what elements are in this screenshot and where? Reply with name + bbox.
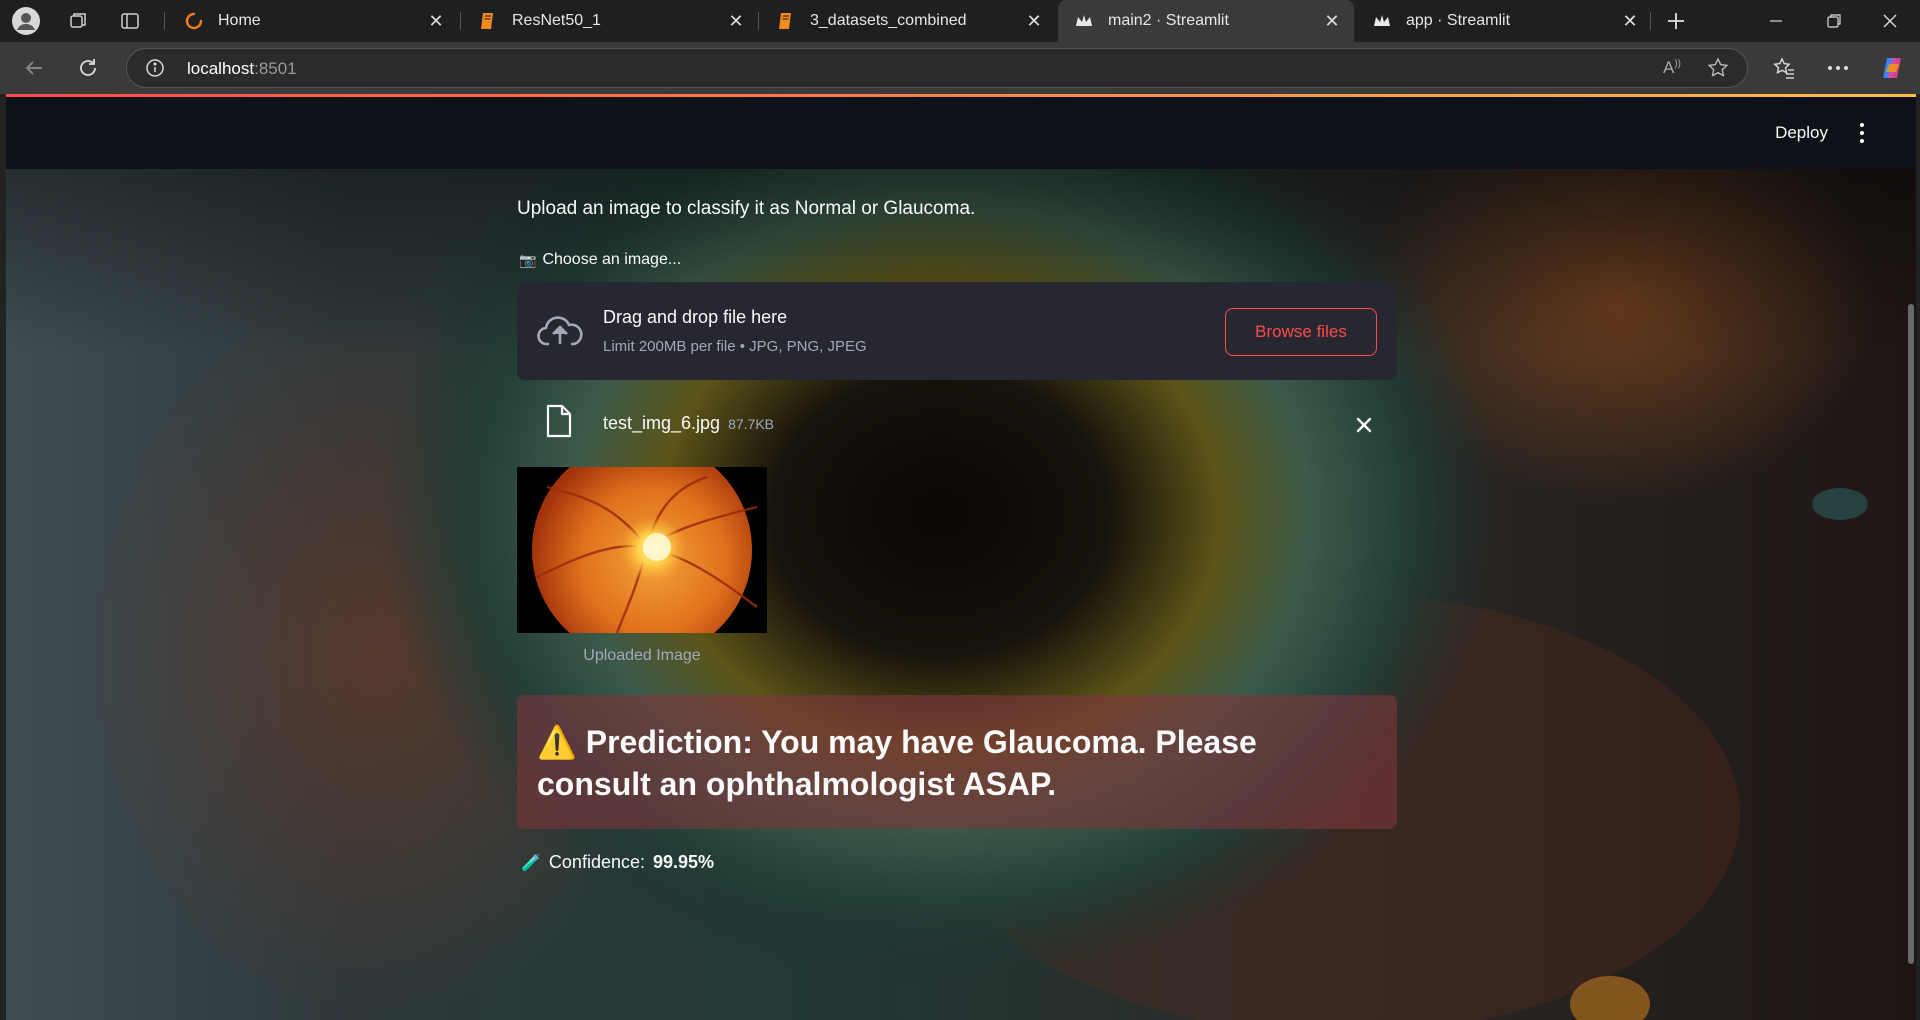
dropzone-limit: Limit 200MB per file • JPG, PNG, JPEG (603, 338, 867, 355)
notebook-icon (776, 11, 796, 31)
file-name: test_img_6.jpg 87.7KB (603, 413, 774, 434)
new-tab-icon[interactable] (1660, 5, 1692, 37)
browser-toolbar: localhost:8501 A)) (0, 42, 1920, 94)
tab-datasets[interactable]: 3_datasets_combined ✕ (760, 0, 1056, 42)
confidence-value: 99.95% (653, 852, 715, 872)
warning-icon: ⚠️ (537, 724, 577, 760)
notebook-icon (478, 11, 498, 31)
file-icon (545, 404, 573, 443)
streamlit-page: Deploy Upload an image to classify it as… (0, 94, 1920, 1020)
more-options-icon[interactable] (1822, 52, 1854, 84)
url-port: :8501 (254, 59, 297, 78)
camera-icon: 📷 (519, 251, 537, 268)
streamlit-crown-icon (1372, 11, 1392, 31)
file-name-text: test_img_6.jpg (603, 413, 721, 433)
eye-background-image (0, 94, 1920, 1020)
intro-text: Upload an image to classify it as Normal… (517, 198, 976, 219)
page-left-edge (0, 94, 6, 1020)
prediction-text: Prediction: You may have Glaucoma. Pleas… (537, 724, 1257, 802)
read-aloud-icon[interactable]: A)) (1663, 58, 1681, 78)
url-text[interactable]: localhost:8501 (187, 59, 297, 79)
copilot-icon[interactable] (1876, 52, 1908, 84)
favorites-icon[interactable] (1768, 52, 1800, 84)
cloud-upload-icon (537, 312, 583, 355)
tab-label: main2 · Streamlit (1108, 12, 1229, 29)
prediction-alert: ⚠️ Prediction: You may have Glaucoma. Pl… (517, 695, 1397, 829)
browse-files-button[interactable]: Browse files (1225, 308, 1377, 356)
uploader-label-text: Choose an image... (542, 251, 682, 268)
tab-label: app · Streamlit (1406, 12, 1511, 29)
uploader-label: 📷 Choose an image... (519, 251, 681, 269)
remove-file-icon[interactable] (1353, 414, 1375, 436)
tab-label: 3_datasets_combined (810, 12, 967, 29)
loading-ring-icon (184, 11, 204, 31)
profile-icon[interactable] (10, 5, 42, 37)
file-dropzone[interactable]: Drag and drop file here Limit 200MB per … (517, 282, 1397, 380)
uploaded-fundus-image (517, 467, 767, 633)
close-tab-icon[interactable]: ✕ (1322, 11, 1342, 31)
dropzone-title: Drag and drop file here (603, 307, 788, 327)
confidence-line: 🧪 Confidence: 99.95% (521, 852, 714, 873)
site-info-icon[interactable] (145, 58, 165, 83)
close-tab-icon[interactable]: ✕ (1620, 11, 1640, 31)
close-tab-icon[interactable]: ✕ (726, 11, 746, 31)
page-right-edge (1916, 94, 1920, 1020)
uploaded-file-item: test_img_6.jpg 87.7KB (517, 394, 1397, 454)
image-caption: Uploaded Image (583, 647, 701, 664)
address-bar[interactable]: localhost:8501 A)) (126, 48, 1748, 88)
workspaces-icon[interactable] (62, 5, 94, 37)
tab-home[interactable]: Home ✕ (168, 0, 458, 42)
back-arrow-icon[interactable] (18, 52, 50, 84)
restore-icon[interactable] (1806, 0, 1862, 42)
file-size: 87.7KB (728, 416, 775, 432)
test-tube-icon: 🧪 (521, 854, 541, 872)
deploy-button[interactable]: Deploy (1775, 123, 1828, 143)
minimize-icon[interactable] (1748, 0, 1804, 42)
favorite-star-icon[interactable] (1707, 57, 1729, 84)
streamlit-crown-icon (1074, 11, 1094, 31)
tab-label: Home (218, 12, 261, 29)
main-menu-icon[interactable] (1850, 117, 1874, 149)
close-window-icon[interactable] (1862, 0, 1918, 42)
tab-app-streamlit[interactable]: app · Streamlit ✕ (1356, 0, 1652, 42)
tab-main2-streamlit[interactable]: main2 · Streamlit ✕ (1058, 0, 1354, 42)
browser-tab-bar: Home ✕ ResNet50_1 ✕ 3_datasets_combined … (0, 0, 1920, 42)
url-host: localhost (187, 59, 255, 78)
close-tab-icon[interactable]: ✕ (426, 11, 446, 31)
app-header: Deploy (6, 97, 1916, 169)
tab-label: ResNet50_1 (512, 12, 601, 29)
tab-resnet[interactable]: ResNet50_1 ✕ (462, 0, 758, 42)
refresh-icon[interactable] (72, 52, 104, 84)
page-scrollbar[interactable] (1908, 304, 1914, 964)
vertical-tabs-icon[interactable] (114, 5, 146, 37)
confidence-label: Confidence: (548, 852, 645, 872)
close-tab-icon[interactable]: ✕ (1024, 11, 1044, 31)
